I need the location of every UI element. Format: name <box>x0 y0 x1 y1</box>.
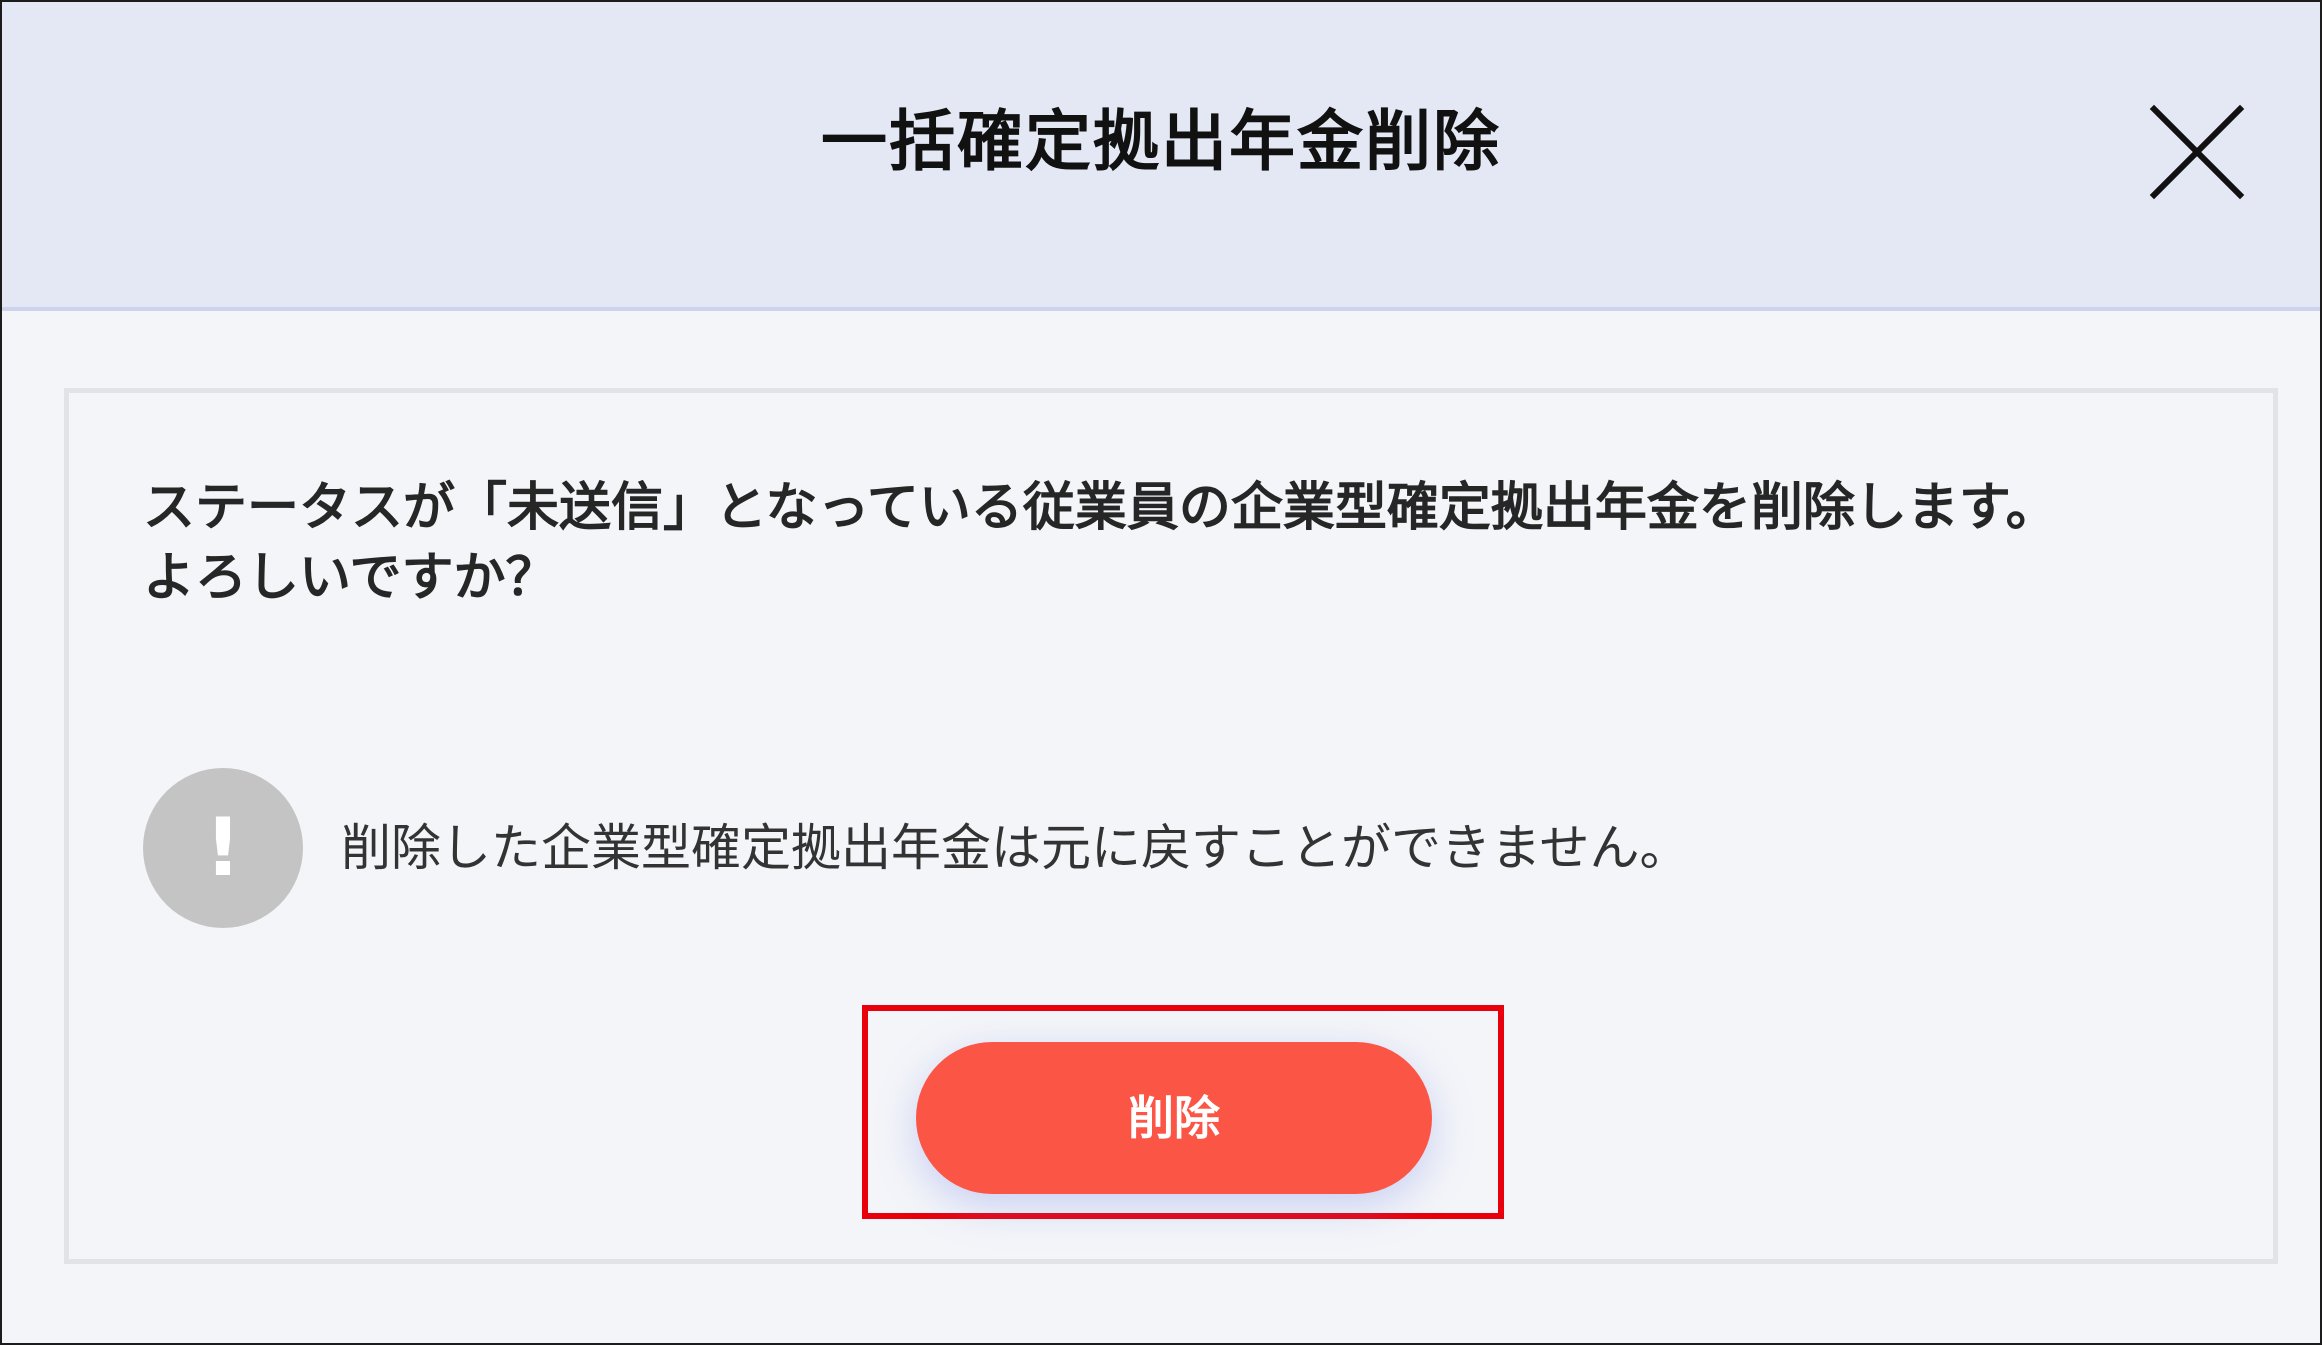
delete-button[interactable]: 削除 <box>916 1042 1432 1194</box>
message-line-1: ステータスが「未送信」となっている従業員の企業型確定拠出年金を削除します。 <box>143 478 2058 538</box>
dialog-header: 一括確定拠出年金削除 <box>2 2 2320 311</box>
dialog-title: 一括確定拠出年金削除 <box>821 103 1501 180</box>
close-button[interactable] <box>2142 97 2252 207</box>
exclamation-icon: ! <box>143 768 303 928</box>
message-line-2: よろしいですか？ <box>143 548 558 608</box>
delete-dialog: 一括確定拠出年金削除 ステータスが「未送信」となっている従業員の企業型確定拠出年… <box>0 0 2322 1345</box>
warning-text: 削除した企業型確定拠出年金は元に戻すことができません。 <box>341 819 1690 877</box>
confirmation-message: ステータスが「未送信」となっている従業員の企業型確定拠出年金を削除します。 よろ… <box>143 473 2223 613</box>
close-icon <box>2149 104 2245 200</box>
